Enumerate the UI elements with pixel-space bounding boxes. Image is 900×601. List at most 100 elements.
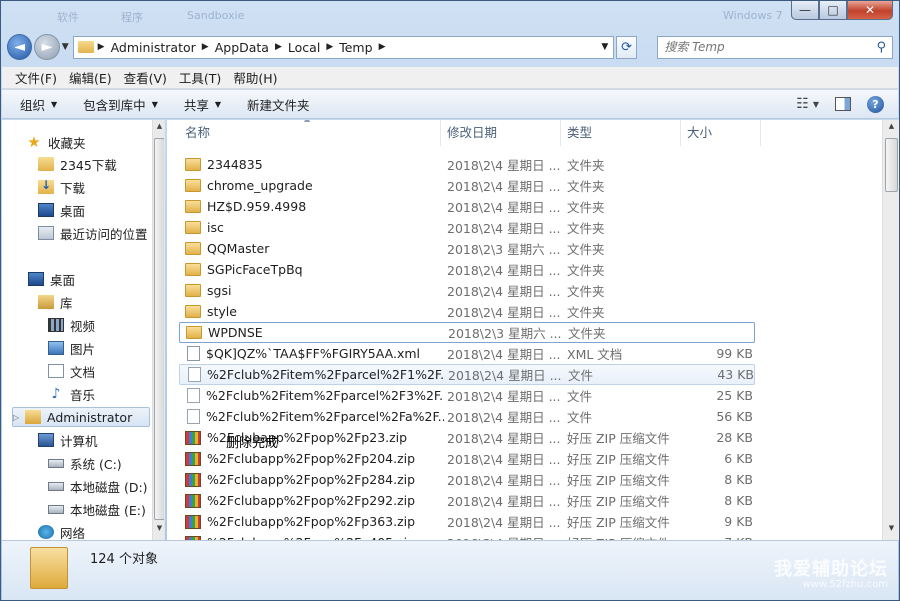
nav-network[interactable]: 网络	[38, 522, 85, 540]
address-dropdown-icon[interactable]: ▼	[597, 42, 613, 52]
file-type: 文件夹	[567, 305, 605, 320]
file-date: 2018\2\4 星期日 ...	[447, 347, 561, 362]
file-row[interactable]: %2Fclubapp%2Fpop%2Fp284.zip 2018\2\4 星期日 …	[179, 469, 755, 490]
title-bar[interactable]: 软件 程序 Sandboxie Windows 7 — □ ✕	[1, 1, 899, 31]
minimize-button[interactable]: —	[791, 1, 819, 20]
preview-pane-icon[interactable]	[835, 97, 851, 111]
folder-row[interactable]: WPDNSE 2018\2\3 星期六 ... 文件夹	[179, 322, 755, 343]
folder-row[interactable]: 2344835 2018\2\4 星期日 ... 文件夹	[179, 154, 755, 175]
nav-item-drive-d[interactable]: 本地磁盘 (D:)	[48, 476, 148, 496]
scroll-up-icon[interactable]: ▲	[153, 122, 164, 136]
view-options-icon[interactable]: ☷ ▼	[796, 96, 819, 112]
organize-button[interactable]: 组织 ▼	[20, 95, 57, 114]
share-button[interactable]: 共享 ▼	[184, 95, 221, 114]
nav-item-videos[interactable]: 视频	[48, 315, 95, 335]
include-in-library-button[interactable]: 包含到库中 ▼	[83, 95, 158, 114]
breadcrumb-appdata[interactable]: AppData	[215, 40, 269, 55]
address-bar[interactable]: ▶ Administrator ▶ AppData ▶ Local ▶ Temp ▶ ▼	[72, 35, 614, 59]
forward-button[interactable]: ►	[34, 34, 60, 60]
file-type: 文件夹	[567, 284, 605, 299]
nav-label: 2345下载	[60, 157, 117, 173]
file-row[interactable]: %2Fclub%2Fitem%2Fparcel%2Fa%2F... 2018\2\…	[179, 406, 755, 427]
menu-file[interactable]: 文件(F)	[10, 68, 62, 87]
file-type: 文件夹	[567, 242, 605, 257]
menu-help[interactable]: 帮助(H)	[228, 68, 282, 87]
file-row[interactable]: %2Fclub%2Fitem%2Fparcel%2F1%2F... 2018\2\…	[179, 364, 755, 385]
file-row[interactable]: $QK]QZ%`TAA$FF%FGIRY5AA.xml 2018\2\4 星期日 …	[179, 343, 755, 364]
column-date-modified[interactable]: 修改日期	[441, 120, 561, 146]
nav-item-2345-downloads[interactable]: 2345下载	[38, 154, 117, 174]
nav-item-pictures[interactable]: 图片	[48, 338, 95, 358]
breadcrumb-administrator[interactable]: Administrator	[111, 40, 196, 55]
nav-libraries[interactable]: 库	[38, 292, 73, 312]
nav-item-drive-e[interactable]: 本地磁盘 (E:)	[48, 499, 146, 519]
search-icon[interactable]: ⚲	[876, 40, 886, 55]
nav-label: 视频	[70, 318, 96, 334]
nav-label: 桌面	[50, 272, 76, 288]
file-row[interactable]: %2Fclubapp%2Fpop%2Fp405.zip2018\2\4 星期日 …	[179, 532, 755, 540]
file-size: 8 KB	[724, 472, 753, 487]
nav-item-music[interactable]: ♪ 音乐	[48, 384, 95, 404]
menu-view[interactable]: 查看(V)	[119, 68, 172, 87]
breadcrumb-local[interactable]: Local	[288, 40, 320, 55]
menu-tools[interactable]: 工具(T)	[174, 68, 226, 87]
nav-label: 桌面	[60, 203, 86, 219]
back-button[interactable]: ◄	[7, 34, 33, 60]
nav-item-drive-c[interactable]: 系统 (C:)	[48, 453, 122, 473]
scroll-down-icon[interactable]: ▼	[885, 524, 898, 538]
recent-pages-dropdown[interactable]: ▼	[62, 42, 69, 52]
refresh-button[interactable]: ⟳	[615, 35, 638, 59]
chevron-right-icon[interactable]: ▶	[379, 42, 386, 52]
nav-scrollbar[interactable]: ▲ ▼	[152, 120, 164, 540]
hard-drive-icon	[48, 504, 64, 514]
file-list-scrollbar[interactable]: ▲ ▼	[882, 120, 899, 540]
nav-item-administrator[interactable]: ▷ Administrator	[12, 407, 150, 427]
search-input[interactable]	[664, 40, 875, 54]
nav-label: 库	[60, 295, 73, 311]
column-type[interactable]: 类型	[561, 120, 681, 146]
chevron-right-icon[interactable]: ▷	[13, 413, 25, 422]
nav-label: 系统 (C:)	[70, 456, 122, 472]
nav-favorites[interactable]: ★ 收藏夹	[26, 132, 85, 152]
maximize-button[interactable]: □	[819, 1, 847, 20]
breadcrumb-temp[interactable]: Temp	[339, 40, 372, 55]
scroll-down-icon[interactable]: ▼	[153, 524, 164, 538]
folder-row[interactable]: isc 2018\2\4 星期日 ... 文件夹	[179, 217, 755, 238]
chevron-right-icon[interactable]: ▶	[202, 42, 209, 52]
file-list-scrollbar-thumb[interactable]	[885, 138, 898, 192]
column-name[interactable]: 名称	[179, 120, 441, 146]
chevron-right-icon[interactable]: ▶	[275, 42, 282, 52]
nav-item-documents[interactable]: 文档	[48, 361, 95, 381]
file-name: 2344835	[207, 157, 263, 172]
folder-row[interactable]: sgsi 2018\2\4 星期日 ... 文件夹	[179, 280, 755, 301]
search-box[interactable]: ⚲	[657, 35, 894, 59]
folder-row[interactable]: style 2018\2\4 星期日 ... 文件夹	[179, 301, 755, 322]
folder-row[interactable]: HZ$D.959.4998 2018\2\4 星期日 ... 文件夹	[179, 196, 755, 217]
delete-complete-message: 删除完成	[226, 436, 279, 451]
chevron-right-icon[interactable]: ▶	[98, 42, 105, 52]
close-button[interactable]: ✕	[847, 1, 893, 20]
nav-computer[interactable]: 计算机	[38, 430, 98, 450]
network-icon	[38, 525, 54, 539]
nav-desktop[interactable]: 桌面	[28, 269, 75, 289]
nav-item-downloads[interactable]: 下载	[38, 177, 85, 197]
file-row[interactable]: %2Fclubapp%2Fpop%2Fp204.zip 2018\2\4 星期日 …	[179, 448, 755, 469]
folder-row[interactable]: QQMaster 2018\2\3 星期六 ... 文件夹	[179, 238, 755, 259]
menu-edit[interactable]: 编辑(E)	[64, 68, 117, 87]
new-folder-button[interactable]: 新建文件夹	[247, 95, 310, 114]
nav-item-recent-places[interactable]: 最近访问的位置	[38, 223, 148, 243]
file-icon	[187, 409, 200, 424]
file-row[interactable]: %2Fclub%2Fitem%2Fparcel%2F3%2F... 2018\2\…	[179, 385, 755, 406]
folder-row[interactable]: SGPicFaceTpBq 2018\2\4 星期日 ... 文件夹	[179, 259, 755, 280]
file-row[interactable]: %2Fclubapp%2Fpop%2Fp363.zip 2018\2\4 星期日 …	[179, 511, 755, 532]
scroll-up-icon[interactable]: ▲	[885, 122, 898, 136]
folder-row[interactable]: chrome_upgrade 2018\2\4 星期日 ... 文件夹	[179, 175, 755, 196]
column-size[interactable]: 大小	[681, 120, 761, 146]
nav-scrollbar-thumb[interactable]	[154, 138, 164, 520]
help-icon[interactable]: ?	[867, 95, 884, 113]
background-title: 程序	[121, 11, 143, 24]
nav-item-desktop-fav[interactable]: 桌面	[38, 200, 85, 220]
file-row[interactable]: %2Fclubapp%2Fpop%2Fp292.zip 2018\2\4 星期日 …	[179, 490, 755, 511]
file-date: 2018\2\4 星期日 ...	[447, 263, 561, 278]
chevron-right-icon[interactable]: ▶	[326, 42, 333, 52]
